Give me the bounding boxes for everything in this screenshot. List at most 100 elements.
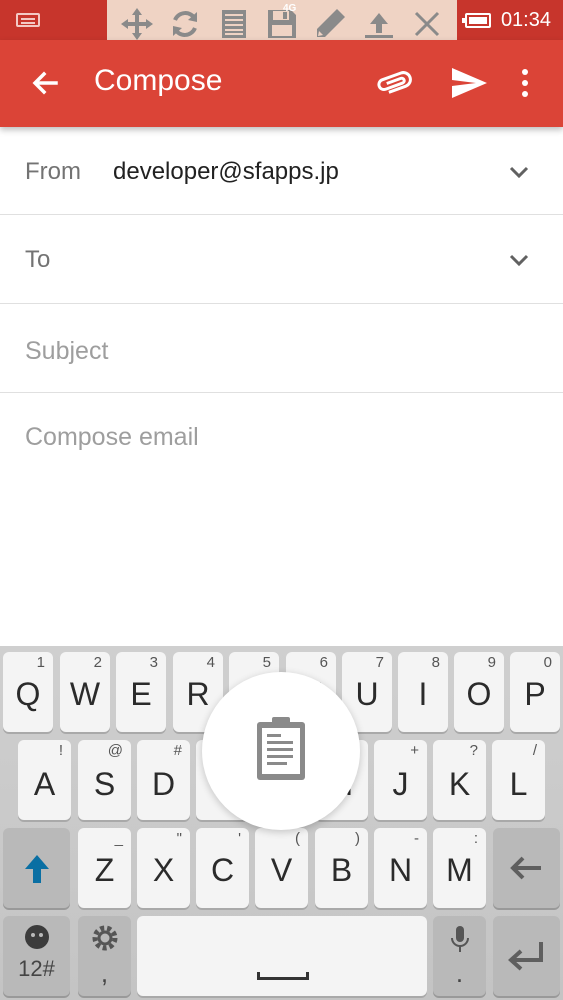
backspace-key[interactable]	[493, 828, 560, 908]
key-d[interactable]: # D	[137, 740, 190, 820]
key-l[interactable]: / L	[492, 740, 545, 820]
key-label: M	[446, 852, 473, 888]
key-label: L	[509, 766, 528, 802]
clipboard-popup[interactable]	[202, 672, 360, 830]
key-hint: !	[58, 742, 63, 759]
key-label: Z	[94, 852, 115, 888]
key-hint: 7	[375, 654, 384, 671]
key-hint: 0	[543, 654, 552, 671]
key-label: K	[448, 766, 471, 802]
compose-body-placeholder[interactable]: Compose email	[25, 423, 199, 452]
key-label: X	[152, 852, 175, 888]
enter-key[interactable]	[493, 916, 560, 996]
attach-icon[interactable]	[374, 66, 414, 100]
edit-icon[interactable]	[311, 5, 349, 43]
shift-arrow-icon	[25, 855, 49, 883]
key-z[interactable]: _ Z	[78, 828, 131, 908]
shift-key[interactable]	[3, 828, 70, 908]
key-hint: #	[173, 742, 182, 759]
key-m[interactable]: :M	[433, 828, 486, 908]
key-hint: 3	[149, 654, 158, 671]
key-hint: 8	[431, 654, 440, 671]
key-label: E	[130, 676, 152, 712]
key-label: V	[270, 852, 293, 888]
key-label: W	[69, 676, 101, 712]
space-bar[interactable]	[137, 916, 427, 996]
key-label: O	[466, 676, 492, 712]
key-s[interactable]: @ S	[78, 740, 131, 820]
key-x[interactable]: " X	[137, 828, 190, 908]
mic-period-key[interactable]: .	[433, 916, 486, 996]
microphone-icon	[451, 926, 469, 952]
from-row[interactable]: From developer@sfapps.jp	[0, 127, 563, 215]
subject-field[interactable]: Subject	[0, 304, 563, 393]
key-i[interactable]: 8I	[398, 652, 448, 732]
back-arrow-icon[interactable]	[28, 66, 62, 100]
key-k[interactable]: ? K	[433, 740, 486, 820]
key-hint: "	[176, 830, 182, 847]
close-icon[interactable]	[408, 5, 446, 43]
battery-icon	[461, 12, 491, 28]
chevron-down-icon[interactable]	[506, 159, 532, 185]
key-j[interactable]: + J	[374, 740, 427, 820]
app-bar: Compose	[0, 40, 563, 127]
chevron-down-icon[interactable]	[506, 247, 532, 273]
more-vert-icon[interactable]	[513, 66, 537, 100]
key-e[interactable]: 3E	[116, 652, 166, 732]
status-bar-right: 01:34	[461, 0, 551, 40]
key-hint: -	[414, 830, 419, 847]
emoji-icon	[25, 925, 49, 949]
clipboard-icon	[257, 717, 305, 780]
list-icon[interactable]	[215, 5, 253, 43]
to-row[interactable]: To	[0, 215, 563, 304]
key-hint: _	[114, 830, 123, 847]
key-n[interactable]: -N	[374, 828, 427, 908]
key-label: D	[151, 766, 176, 802]
key-label: N	[388, 852, 413, 888]
refresh-icon[interactable]	[166, 5, 204, 43]
key-label: U	[355, 676, 379, 712]
space-icon	[257, 972, 309, 980]
key-hint: )	[355, 830, 360, 847]
page-title: Compose	[94, 64, 223, 97]
key-hint: 4	[206, 654, 215, 671]
gear-icon	[92, 925, 118, 951]
key-label: A	[33, 766, 56, 802]
key-hint: :	[473, 830, 478, 847]
key-p[interactable]: 0P	[510, 652, 560, 732]
key-hint: 9	[487, 654, 496, 671]
key-c[interactable]: ' C	[196, 828, 249, 908]
key-label: S	[93, 766, 116, 802]
key-label: Q	[15, 676, 41, 712]
key-hint: +	[410, 742, 419, 759]
backspace-arrow-icon	[510, 856, 541, 880]
settings-comma-key[interactable]: ,	[78, 916, 131, 996]
key-v[interactable]: (V	[255, 828, 308, 908]
key-hint: ?	[469, 742, 478, 759]
comma-label: ,	[100, 958, 109, 988]
move-icon[interactable]	[118, 5, 156, 43]
send-icon[interactable]	[449, 64, 489, 102]
key-b[interactable]: ) B	[315, 828, 368, 908]
key-a[interactable]: ! A	[18, 740, 71, 820]
key-w[interactable]: 2W	[60, 652, 110, 732]
keyboard-indicator-icon	[16, 13, 40, 27]
key-hint: (	[295, 830, 300, 847]
emoji-symbols-key[interactable]: 12#	[3, 916, 70, 996]
key-label: I	[418, 676, 428, 712]
enter-icon	[508, 942, 543, 971]
key-label: C	[210, 852, 235, 888]
period-label: .	[455, 958, 464, 988]
upload-icon[interactable]	[360, 5, 398, 43]
key-hint: 6	[319, 654, 328, 671]
from-label: From	[25, 158, 81, 185]
to-label: To	[25, 246, 51, 273]
key-hint: '	[238, 830, 241, 847]
from-value[interactable]: developer@sfapps.jp	[113, 158, 339, 186]
key-q[interactable]: 1Q	[3, 652, 53, 732]
key-label: P	[524, 676, 546, 712]
key-hint: 5	[262, 654, 271, 671]
key-o[interactable]: 9O	[454, 652, 504, 732]
network-badge: 4G	[283, 3, 297, 14]
subject-placeholder: Subject	[25, 337, 109, 365]
